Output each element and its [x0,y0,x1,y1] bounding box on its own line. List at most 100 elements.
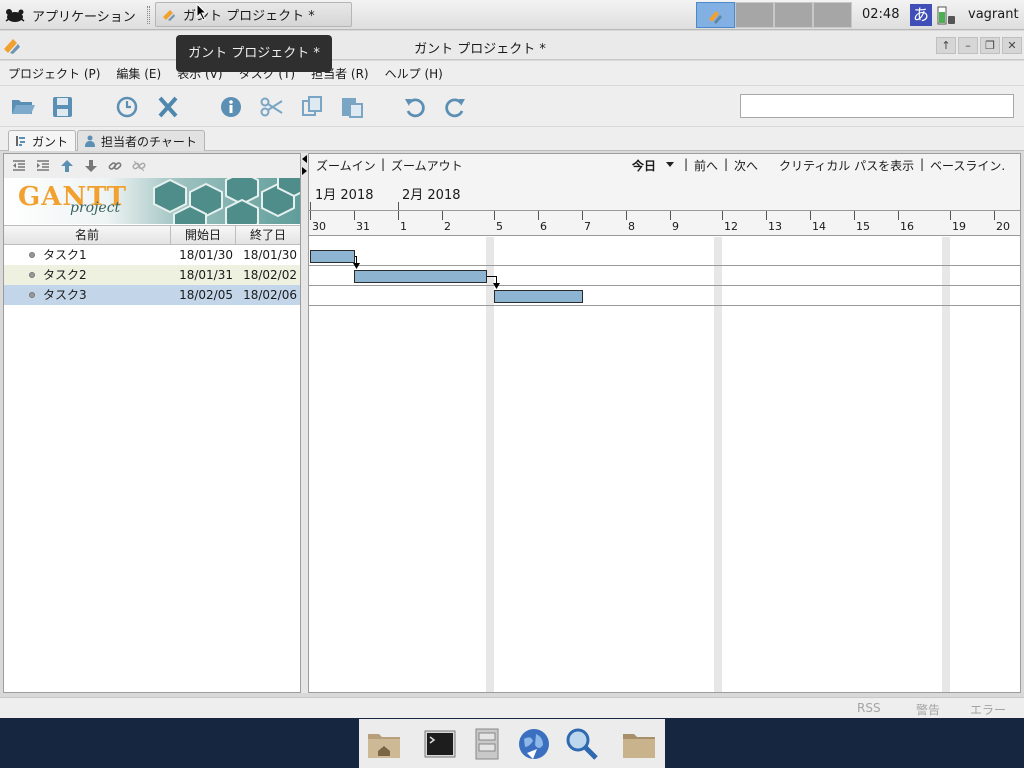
day-tick [766,211,767,220]
task-bar-2[interactable] [354,270,487,283]
task-name: タスク2 [43,268,87,282]
column-header-start[interactable]: 開始日 [171,226,236,244]
shade-button[interactable]: ↑ [936,37,956,54]
outdent-icon[interactable] [12,159,26,173]
redo-icon[interactable] [442,95,468,119]
gantt-tab-icon [16,136,25,146]
prev-link[interactable]: 前へ [694,157,718,174]
today-link[interactable]: 今日 [632,157,656,174]
ime-indicator[interactable]: あ [910,4,932,26]
undo-icon[interactable] [402,95,428,119]
minimize-button[interactable]: – [958,37,978,54]
table-row[interactable]: タスク1 18/01/30 18/01/30 [4,245,300,265]
day-label: 12 [724,220,738,233]
maximize-button[interactable]: ❐ [980,37,1000,54]
baseline-link[interactable]: ベースライン. [930,157,1005,174]
cut-icon[interactable] [259,95,285,119]
zoom-out-link[interactable]: ズームアウト [391,157,463,174]
zoom-in-link[interactable]: ズームイン [316,157,376,174]
copy-icon[interactable] [299,95,325,119]
save-icon[interactable] [50,95,76,119]
clock-icon[interactable] [114,95,140,119]
day-tick [354,211,355,220]
day-tick [854,211,855,220]
warning-status[interactable]: 警告 [916,701,940,718]
table-row[interactable]: タスク2 18/01/31 18/02/02 [4,265,300,285]
tab-resource-chart[interactable]: 担当者のチャート [77,130,205,151]
workspace-2[interactable] [735,2,774,28]
indent-icon[interactable] [36,159,50,173]
tab-resource-chart-label: 担当者のチャート [101,134,197,149]
day-label: 7 [584,220,591,233]
task-bar-1[interactable] [310,250,355,263]
day-header: 30 31 1 2 5 6 7 8 9 12 13 14 15 16 19 20 [309,210,1020,236]
next-link[interactable]: 次へ [734,157,758,174]
home-folder-icon[interactable] [365,725,403,763]
move-down-icon[interactable] [84,159,98,173]
error-status[interactable]: エラー [970,701,1006,718]
open-folder-icon[interactable] [10,95,36,119]
day-label: 5 [496,220,503,233]
paste-icon[interactable] [339,95,365,119]
menu-project[interactable]: プロジェクト (P) [8,65,100,82]
chart-navigation: ズームイン | ズームアウト 今日 | 前へ | 次へ クリティカル パスを表示… [309,154,1020,176]
chevron-down-icon[interactable] [665,161,675,168]
day-tick [898,211,899,220]
info-icon[interactable] [218,95,244,119]
day-label: 20 [996,220,1010,233]
month-tick [398,202,399,210]
tab-gantt[interactable]: ガント [8,130,76,151]
workspace-4[interactable] [813,2,852,28]
move-up-icon[interactable] [60,159,74,173]
rss-status[interactable]: RSS [857,701,881,715]
tab-gantt-label: ガント [32,134,69,149]
day-tick [810,211,811,220]
table-row-selected[interactable]: タスク3 18/02/05 18/02/06 [4,285,300,305]
task-name: タスク3 [43,288,87,302]
month-tick [310,202,311,210]
applications-menu-button[interactable]: アプリケーション [4,4,136,26]
web-browser-icon[interactable] [515,725,553,763]
day-label: 14 [812,220,826,233]
user-menu[interactable]: vagrant [968,7,1019,22]
folder-icon[interactable] [620,725,658,763]
month-label: 1月 2018 [315,188,374,203]
workspace-1[interactable] [696,2,735,28]
xfce-mouse-icon [5,9,25,22]
day-tick [722,211,723,220]
ganttproject-logo: GANTT project [4,178,300,224]
window-titlebar[interactable]: ガント プロジェクト * ↑ – ❐ ✕ [0,31,1024,60]
menu-edit[interactable]: 編集 (E) [116,65,161,82]
battery-icon[interactable] [936,4,956,26]
panel-handle[interactable] [147,6,150,24]
day-tick [582,211,583,220]
day-label: 6 [540,220,547,233]
task-bar-3[interactable] [494,290,583,303]
delete-icon[interactable] [155,95,181,119]
critical-path-link[interactable]: クリティカル パスを表示 [779,157,914,174]
nav-separator: | [724,157,729,171]
taskbar-window-button[interactable]: ガント プロジェクト * [155,2,352,27]
month-header: 1月 2018 2月 2018 [309,176,1020,210]
column-header-end[interactable]: 終了日 [236,226,300,244]
link-icon[interactable] [108,159,122,173]
task-start: 18/01/30 [179,248,233,262]
menu-help[interactable]: ヘルプ (H) [385,65,443,82]
terminal-icon[interactable] [421,725,459,763]
search-icon[interactable] [562,725,600,763]
search-input[interactable] [740,94,1014,118]
collapse-arrows-icon[interactable] [301,153,308,183]
day-tick [398,211,399,220]
clock[interactable]: 02:48 [862,7,899,22]
close-button[interactable]: ✕ [1002,37,1022,54]
file-cabinet-icon[interactable] [468,725,506,763]
task-bullet-icon [29,252,35,258]
pane-splitter[interactable] [301,153,308,693]
task-end: 18/02/06 [243,288,297,302]
unlink-icon[interactable] [132,159,146,173]
dependency-arrow-icon [353,263,360,269]
workspace-3[interactable] [774,2,813,28]
column-header-name[interactable]: 名前 [4,226,171,244]
day-label: 30 [312,220,326,233]
nav-separator: | [684,157,689,171]
